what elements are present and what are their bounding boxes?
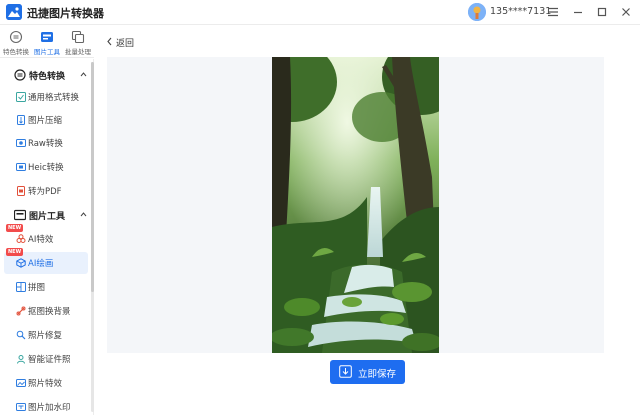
photo-effect-icon xyxy=(16,379,26,387)
sidebar-item-label: 图片加水印 xyxy=(28,403,71,413)
sidebar-item-watermark[interactable]: 图片加水印 xyxy=(4,396,88,415)
cutout-icon xyxy=(16,306,26,316)
sidebar-item-id-photo[interactable]: 智能证件照 xyxy=(4,348,88,370)
maximize-icon[interactable] xyxy=(594,4,610,20)
title-bar: 迅捷图片转换器 135****7131 xyxy=(0,0,640,25)
download-icon xyxy=(339,365,352,378)
close-icon[interactable] xyxy=(618,4,634,20)
new-badge: NEW xyxy=(6,224,24,232)
preview-image xyxy=(272,57,439,353)
chevron-up-icon xyxy=(80,212,87,217)
tab-batch[interactable]: 批量处理 xyxy=(63,30,93,56)
user-avatar[interactable] xyxy=(468,3,486,21)
sidebar-item-label: 照片修复 xyxy=(28,331,63,341)
sidebar-item-label: Heic转换 xyxy=(28,163,64,173)
sidebar-item-label: 拼图 xyxy=(28,283,46,293)
sidebar-item-label: 转为PDF xyxy=(28,187,62,197)
sidebar-scrollbar[interactable] xyxy=(91,62,94,412)
sidebar-item-label: 照片特效 xyxy=(28,379,63,389)
scrollbar-thumb[interactable] xyxy=(91,62,94,292)
forest-waterfall-image xyxy=(272,57,439,353)
convert-section-icon xyxy=(14,69,26,81)
sidebar-item-raw[interactable]: Raw转换 xyxy=(4,132,88,154)
user-phone[interactable]: 135****7131 xyxy=(490,6,551,17)
sidebar-item-repair[interactable]: 照片修复 xyxy=(4,324,88,346)
tab-label: 图片工具 xyxy=(34,48,60,56)
section-label: 特色转换 xyxy=(29,72,66,82)
save-button[interactable]: 立即保存 xyxy=(330,360,405,384)
tab-label: 批量处理 xyxy=(65,48,91,56)
id-photo-icon xyxy=(17,355,25,364)
collage-icon xyxy=(16,282,26,292)
chevron-up-icon xyxy=(80,72,87,77)
sidebar-item-compress[interactable]: 图片压缩 xyxy=(4,109,88,131)
menu-icon[interactable] xyxy=(545,4,561,20)
tools-icon xyxy=(41,32,53,42)
sidebar-item-label: AI特效 xyxy=(28,235,54,245)
sidebar-item-label: Raw转换 xyxy=(28,139,63,149)
sidebar-item-label: 抠图换背景 xyxy=(28,307,71,317)
repair-icon xyxy=(16,330,26,340)
app-logo-icon xyxy=(6,4,22,20)
tab-label: 特色转换 xyxy=(3,48,29,56)
sidebar-item-photo-effect[interactable]: 照片特效 xyxy=(4,372,88,394)
raw-icon xyxy=(16,139,26,147)
format-icon xyxy=(16,92,26,102)
sidebar-item-label: 智能证件照 xyxy=(28,355,71,365)
tab-image-tools[interactable]: 图片工具 xyxy=(32,30,62,56)
sidebar-item-collage[interactable]: 拼图 xyxy=(4,276,88,298)
watermark-icon xyxy=(16,403,26,411)
sidebar-item-ai-effect[interactable]: NEW AI特效 xyxy=(4,224,88,250)
chevron-left-icon xyxy=(107,37,112,46)
save-label: 立即保存 xyxy=(358,369,397,380)
compress-icon xyxy=(17,115,25,125)
tools-section-icon xyxy=(14,209,26,221)
sidebar-item-cutout[interactable]: 抠图换背景 xyxy=(4,300,88,322)
section-label: 图片工具 xyxy=(29,212,66,222)
convert-icon xyxy=(9,30,23,44)
section-special-convert[interactable]: 特色转换 xyxy=(0,65,92,85)
section-image-tools[interactable]: 图片工具 xyxy=(0,205,92,225)
back-label: 返回 xyxy=(116,39,135,49)
ai-paint-icon xyxy=(16,258,26,268)
sidebar-item-format-convert[interactable]: 通用格式转换 xyxy=(4,86,88,108)
tab-special-convert[interactable]: 特色转换 xyxy=(1,30,31,56)
mode-nav: 特色转换 图片工具 批量处理 xyxy=(0,26,94,58)
sidebar: 特色转换 通用格式转换 图片压缩 Raw转换 Heic转换 转为PDF 图片工具… xyxy=(0,59,94,415)
app-title: 迅捷图片转换器 xyxy=(27,7,104,20)
sidebar-item-ai-paint[interactable]: NEW AI绘画 xyxy=(4,248,88,274)
sidebar-item-pdf[interactable]: 转为PDF xyxy=(4,180,88,202)
heic-icon xyxy=(16,163,26,171)
pdf-icon xyxy=(17,186,25,196)
minimize-icon[interactable] xyxy=(570,4,586,20)
sidebar-item-label: 通用格式转换 xyxy=(28,93,80,103)
sidebar-item-label: AI绘画 xyxy=(28,259,54,269)
batch-icon xyxy=(71,30,85,44)
ai-effect-icon xyxy=(16,234,26,243)
sidebar-item-label: 图片压缩 xyxy=(28,116,63,126)
new-badge: NEW xyxy=(6,248,24,256)
sidebar-item-heic[interactable]: Heic转换 xyxy=(4,156,88,178)
